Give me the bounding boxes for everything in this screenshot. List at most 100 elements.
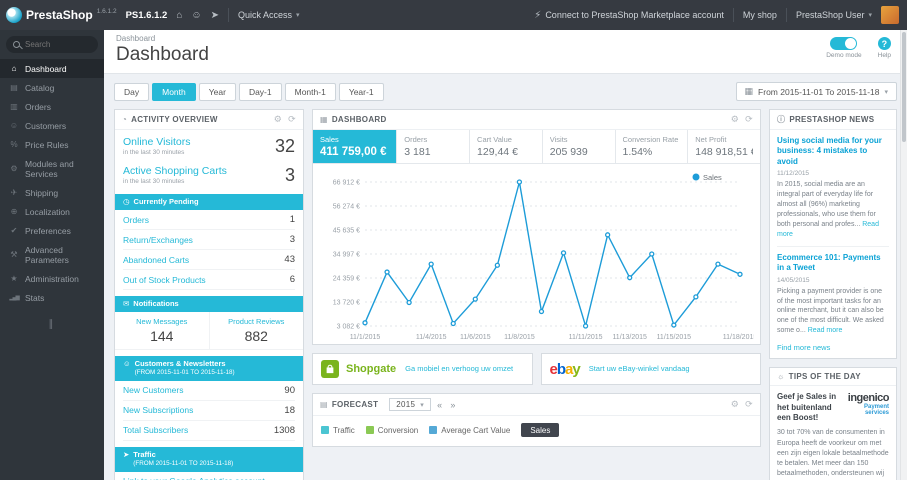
filter-month-1-button[interactable]: Month-1	[284, 82, 336, 101]
my-shop-link[interactable]: My shop	[743, 10, 777, 20]
sidebar-item-label: Advanced Parameters	[25, 244, 69, 265]
year-select[interactable]: 2015 ▾	[389, 398, 432, 411]
page-header: Dashboard Dashboard Demo mode ? Help	[104, 30, 907, 74]
prev-year-button[interactable]: «	[435, 400, 444, 410]
sidebar-item-orders[interactable]: ▥ Orders	[0, 97, 104, 116]
topbar-divider	[227, 8, 229, 22]
person-icon[interactable]: ☺	[191, 10, 201, 21]
prestashop-logo-icon	[6, 7, 22, 23]
svg-text:66 912 €: 66 912 €	[333, 180, 360, 187]
sidebar-item-shipping[interactable]: ✈ Shipping	[0, 183, 104, 202]
date-range-label: From 2015-11-01 To 2015-11-18	[758, 86, 880, 97]
kpi-value: 129,44 €	[477, 146, 518, 158]
preferences-icon: ✔	[10, 226, 18, 235]
gear-icon[interactable]: ⚙	[274, 114, 282, 125]
ebay-promo[interactable]: ebay Start uw eBay-winkel vandaag	[540, 353, 761, 385]
sidebar-item-preferences[interactable]: ✔ Preferences	[0, 221, 104, 240]
out-of-stock-link[interactable]: Out of Stock Products	[123, 275, 206, 285]
news-article-title[interactable]: Ecommerce 101: Payments in a Tweet	[777, 253, 889, 274]
active-carts-stat: Active Shopping Carts in the last 30 min…	[123, 159, 295, 188]
shopgate-promo[interactable]: Shopgate Ga mobiel en verhoog uw omzet	[312, 353, 533, 385]
google-analytics-row: Link to your Google Analytics account	[123, 472, 295, 480]
kpi-sales[interactable]: Sales 411 759,00 €	[313, 130, 397, 163]
total-subscribers-link[interactable]: Total Subscribers	[123, 425, 188, 435]
sidebar-item-price-rules[interactable]: % Price Rules	[0, 135, 104, 154]
demo-mode-control[interactable]: Demo mode	[826, 37, 862, 59]
abandoned-carts-link[interactable]: Abandoned Carts	[123, 255, 189, 265]
news-article-title[interactable]: Using social media for your business: 4 …	[777, 136, 889, 167]
user-menu[interactable]: PrestaShop User ▾	[796, 10, 872, 20]
scrollbar-thumb[interactable]	[902, 32, 906, 142]
refresh-icon[interactable]: ⟳	[745, 114, 753, 125]
sidebar-collapse-button[interactable]: ∥	[0, 319, 104, 330]
sidebar-item-catalog[interactable]: ▤ Catalog	[0, 78, 104, 97]
sidebar-item-administration[interactable]: ★ Administration	[0, 269, 104, 288]
tips-of-the-day-panel: ☼ TIPS OF THE DAY Geef je Sales in het b…	[769, 367, 897, 480]
panel-header: ⓘ PRESTASHOP NEWS	[770, 110, 896, 130]
returns-link[interactable]: Return/Exchanges	[123, 235, 193, 245]
shopgate-link[interactable]: Ga mobiel en verhoog uw omzet	[405, 364, 513, 374]
tip-headline[interactable]: Geef je Sales in het buitenland een Boos…	[777, 392, 837, 423]
breadcrumb[interactable]: Dashboard	[116, 34, 895, 43]
refresh-icon[interactable]: ⟳	[288, 114, 296, 125]
active-carts-link[interactable]: Active Shopping Carts	[123, 165, 227, 177]
user-avatar[interactable]	[881, 6, 899, 24]
sidebar-item-dashboard[interactable]: ⌂ Dashboard	[0, 59, 104, 78]
sidebar-item-advanced-parameters[interactable]: ⚒ Advanced Parameters	[0, 240, 104, 269]
kpi-visits[interactable]: Visits 205 939	[541, 130, 615, 163]
orders-link[interactable]: Orders	[123, 215, 149, 225]
sidebar-search[interactable]	[6, 36, 98, 53]
new-messages-cell[interactable]: New Messages 144	[115, 312, 210, 350]
kpi-net-profit[interactable]: Net Profit 148 918,51 €	[687, 130, 760, 163]
google-analytics-link[interactable]: Link to your Google Analytics account	[123, 476, 265, 480]
clock-icon: ◷	[123, 197, 130, 206]
product-reviews-cell[interactable]: Product Reviews 882	[210, 312, 304, 349]
legend-sales[interactable]: Sales	[521, 423, 560, 437]
gear-icon[interactable]: ⚙	[731, 114, 739, 125]
page-scrollbar[interactable]	[900, 30, 907, 480]
kpi-orders[interactable]: Orders 3 181	[396, 130, 469, 163]
gear-icon[interactable]: ⚙	[731, 399, 739, 410]
legend-conversion[interactable]: Conversion	[365, 426, 418, 435]
launch-icon[interactable]: ➤	[211, 10, 219, 21]
filter-year-1-button[interactable]: Year-1	[338, 82, 384, 101]
sidebar-item-modules-and-services[interactable]: ⚙ Modules and Services	[0, 154, 104, 183]
quick-access-label: Quick Access	[237, 10, 292, 20]
demo-mode-toggle[interactable]	[830, 37, 858, 50]
kpi-conversion-rate[interactable]: Conversion Rate 1.54%	[614, 130, 688, 163]
sidebar-item-localization[interactable]: ⊕ Localization	[0, 202, 104, 221]
read-more-link[interactable]: Read more	[808, 327, 843, 334]
online-visitors-link[interactable]: Online Visitors	[123, 136, 191, 148]
kpi-cart-value[interactable]: Cart Value 129,44 €	[469, 130, 542, 163]
sidebar-item-stats[interactable]: ▂▄▆ Stats	[0, 288, 104, 307]
store-icon[interactable]: ⌂	[176, 10, 182, 21]
user-menu-label: PrestaShop User	[795, 10, 865, 20]
shopgate-logo-text: Shopgate	[346, 363, 397, 375]
out-of-stock-row: Out of Stock Products 6	[123, 270, 295, 291]
new-subscriptions-link[interactable]: New Subscriptions	[123, 405, 193, 415]
demo-mode-label: Demo mode	[826, 52, 862, 59]
refresh-icon[interactable]: ⟳	[745, 399, 753, 410]
prestashop-news-panel: ⓘ PRESTASHOP NEWS Using social media for…	[769, 109, 897, 360]
sidebar-item-customers[interactable]: ☺ Customers	[0, 116, 104, 135]
ebay-link[interactable]: Start uw eBay-winkel vandaag	[589, 364, 690, 374]
filter-day-button[interactable]: Day	[114, 82, 150, 101]
prestashop-logo[interactable]: PrestaShop 1.6.1.2	[6, 7, 117, 23]
filter-month-button[interactable]: Month	[152, 82, 196, 101]
quick-access-menu[interactable]: Quick Access ▾	[238, 10, 300, 20]
help-button[interactable]: ? Help	[878, 37, 891, 59]
traffic-icon: ➤	[123, 449, 130, 459]
filter-day-1-button[interactable]: Day-1	[238, 82, 282, 101]
legend-average-cart-value[interactable]: Average Cart Value	[429, 426, 510, 435]
legend-traffic[interactable]: Traffic	[321, 426, 355, 435]
search-input[interactable]	[25, 40, 91, 49]
sidebar-item-label: Administration	[25, 273, 79, 284]
date-range-button[interactable]: ▦ From 2015-11-01 To 2015-11-18 ▾	[735, 82, 897, 101]
marketplace-link[interactable]: ⚡ Connect to PrestaShop Marketplace acco…	[534, 10, 724, 21]
kpi-label: Sales	[320, 135, 339, 144]
find-more-news-link[interactable]: Find more news	[777, 343, 889, 352]
new-customers-link[interactable]: New Customers	[123, 385, 183, 395]
shop-name[interactable]: PS1.6.1.2	[126, 10, 168, 21]
next-year-button[interactable]: »	[448, 400, 457, 410]
filter-year-button[interactable]: Year	[198, 82, 236, 101]
